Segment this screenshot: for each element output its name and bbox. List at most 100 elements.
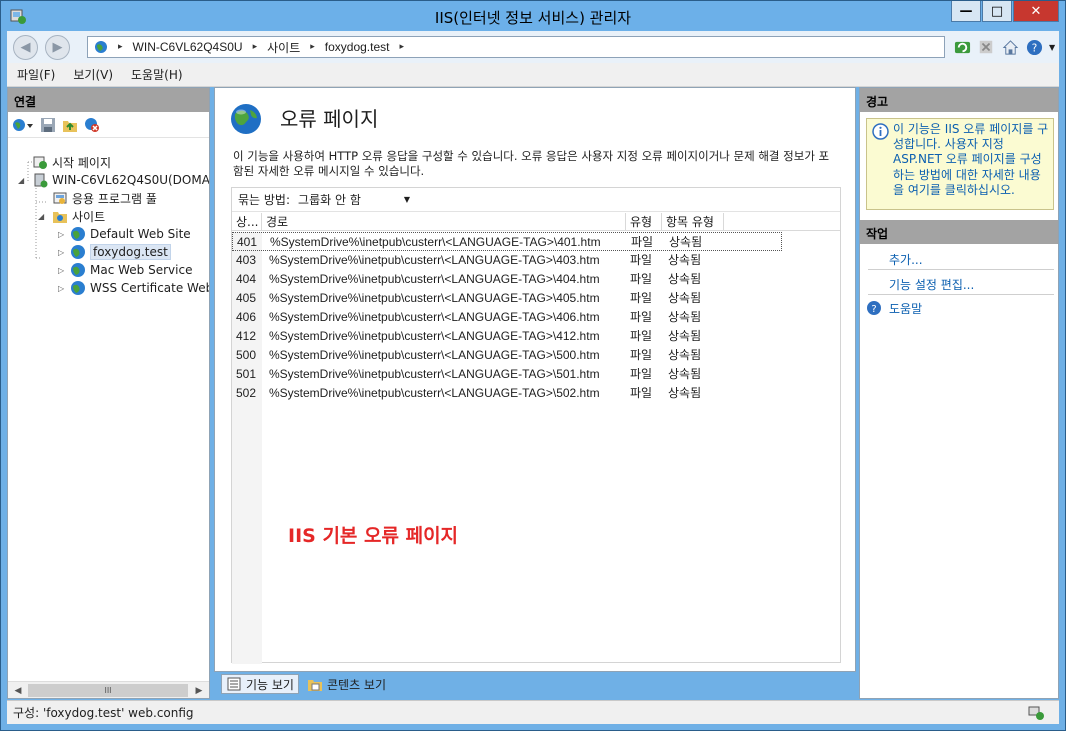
tree-item-label: 사이트	[72, 209, 106, 224]
scroll-thumb[interactable]: III	[28, 684, 188, 697]
svg-text:?: ?	[871, 304, 876, 315]
info-icon	[872, 123, 889, 140]
cell-entry-type: 상속됨	[668, 272, 702, 286]
column-header-status[interactable]: 상...	[232, 213, 262, 231]
maximize-button[interactable]: □	[982, 1, 1012, 22]
cell-status: 404	[236, 272, 257, 286]
tree-item-sites[interactable]: 사이트	[52, 207, 105, 225]
tab-features-view[interactable]: 기능 보기	[221, 674, 299, 694]
refresh-icon[interactable]	[953, 38, 971, 56]
actions-panel: 경고 이 기능은 IIS 오류 페이지를 구성합니다. 사용자 지정 ASP.N…	[859, 87, 1059, 699]
arrow-left-icon: ◀	[20, 40, 31, 55]
feature-panel: 오류 페이지 이 기능을 사용하여 HTTP 오류 응답을 구성할 수 있습니다…	[214, 87, 856, 672]
cell-entry-type: 상속됨	[668, 253, 702, 267]
connections-header: 연결	[8, 88, 209, 112]
column-header-entry-type[interactable]: 항목 유형	[662, 213, 724, 231]
column-header-path[interactable]: 경로	[262, 213, 626, 231]
cell-status: 500	[236, 348, 257, 362]
collapse-arrow-icon[interactable]: ◢	[38, 212, 44, 221]
collapse-arrow-icon[interactable]: ◢	[18, 176, 24, 185]
table-row[interactable]: 404 %SystemDrive%\inetpub\custerr\<LANGUA…	[232, 270, 840, 289]
page-description: 이 기능을 사용하여 HTTP 오류 응답을 구성할 수 있습니다. 오류 응답…	[233, 149, 830, 178]
address-toolbar: ◀ ▶ ▸ WIN-C6VL62Q4S0U ▸ 사이트 ▸ foxydog.te…	[7, 31, 1059, 63]
alert-box[interactable]: 이 기능은 IIS 오류 페이지를 구성합니다. 사용자 지정 ASP.NET …	[866, 118, 1054, 210]
address-breadcrumb[interactable]: ▸ WIN-C6VL62Q4S0U ▸ 사이트 ▸ foxydog.test ▸	[87, 36, 945, 58]
close-button[interactable]: ✕	[1013, 1, 1059, 22]
action-add[interactable]: 추가...	[889, 251, 923, 268]
menu-help[interactable]: 도움말(H)	[131, 66, 183, 83]
table-row[interactable]: 501 %SystemDrive%\inetpub\custerr\<LANGUA…	[232, 365, 840, 384]
home-icon[interactable]	[1001, 38, 1019, 56]
window-title: IIS(인터넷 정보 서비스) 관리자	[434, 9, 632, 27]
breadcrumb-server[interactable]: WIN-C6VL62Q4S0U	[133, 40, 243, 54]
action-divider	[868, 294, 1054, 295]
table-row[interactable]: 406 %SystemDrive%\inetpub\custerr\<LANGUA…	[232, 308, 840, 327]
tree-item-foxydog[interactable]: foxydog.test	[70, 243, 171, 261]
cell-path: %SystemDrive%\inetpub\custerr\<LANGUAGE-…	[269, 386, 600, 400]
breadcrumb-site[interactable]: foxydog.test	[325, 40, 390, 54]
forward-button[interactable]: ▶	[45, 35, 70, 60]
up-folder-icon[interactable]	[62, 117, 78, 133]
cell-type: 파일	[630, 367, 653, 381]
table-row[interactable]: 403 %SystemDrive%\inetpub\custerr\<LANGUA…	[232, 251, 840, 270]
action-divider	[868, 269, 1054, 270]
expand-arrow-icon[interactable]: ▷	[58, 284, 64, 293]
menu-file[interactable]: 파일(F)	[17, 66, 55, 83]
expand-arrow-icon[interactable]: ▷	[58, 230, 64, 239]
table-row[interactable]: 502 %SystemDrive%\inetpub\custerr\<LANGUA…	[232, 384, 840, 403]
menu-view[interactable]: 보기(V)	[73, 66, 113, 83]
connect-globe-icon[interactable]	[12, 117, 34, 133]
app-pool-icon	[53, 192, 67, 204]
expand-arrow-icon[interactable]: ▷	[58, 248, 64, 257]
tree-item-start-page[interactable]: 시작 페이지	[32, 153, 111, 171]
connections-toolbar	[8, 112, 209, 138]
alerts-header: 경고	[860, 88, 1058, 112]
breadcrumb-sites[interactable]: 사이트	[267, 39, 300, 56]
cell-status: 412	[236, 329, 257, 343]
table-row[interactable]: 412 %SystemDrive%\inetpub\custerr\<LANGUA…	[232, 327, 840, 346]
cell-type: 파일	[630, 310, 653, 324]
tree-item-label: WIN-C6VL62Q4S0U(DOMAIN	[52, 173, 209, 187]
column-header-type[interactable]: 유형	[626, 213, 662, 231]
cell-entry-type: 상속됨	[668, 291, 702, 305]
globe-icon	[71, 281, 85, 295]
sites-folder-icon	[53, 212, 67, 223]
tree-item-default-web-site[interactable]: Default Web Site	[70, 225, 191, 243]
disconnect-icon[interactable]	[84, 117, 100, 133]
cell-entry-type: 상속됨	[668, 329, 702, 343]
table-row[interactable]: 401 %SystemDrive%\inetpub\custerr\<LANGUA…	[232, 232, 782, 251]
stop-icon[interactable]	[977, 38, 995, 56]
tree-item-mac-web-service[interactable]: Mac Web Service	[70, 261, 192, 279]
tab-content-view[interactable]: 콘텐츠 보기	[303, 674, 390, 694]
table-row[interactable]: 500 %SystemDrive%\inetpub\custerr\<LANGUA…	[232, 346, 840, 365]
tree-item-app-pools[interactable]: 응용 프로그램 풀	[52, 189, 157, 207]
cell-entry-type: 상속됨	[668, 367, 702, 381]
group-by-select[interactable]: 그룹화 안 함 ▼	[298, 191, 410, 208]
minimize-button[interactable]: —	[951, 1, 981, 22]
back-button[interactable]: ◀	[13, 35, 38, 60]
status-bar: 구성: 'foxydog.test' web.config	[7, 700, 1059, 724]
connections-tree: 시작 페이지 ◢ WIN-C6VL62Q4S0U(DOMAIN 응용 프로그램 …	[8, 138, 209, 668]
tree-item-label: 응용 프로그램 풀	[72, 191, 157, 206]
action-help[interactable]: 도움말	[889, 300, 922, 317]
chevron-down-icon[interactable]: ▼	[1049, 43, 1055, 52]
save-icon[interactable]	[40, 117, 56, 133]
horizontal-scrollbar[interactable]: ◀ III ▶	[8, 681, 209, 698]
cell-type: 파일	[630, 348, 653, 362]
tree-item-wss-certificate[interactable]: WSS Certificate Web S	[70, 279, 209, 297]
svg-text:?: ?	[1031, 42, 1037, 54]
cell-path: %SystemDrive%\inetpub\custerr\<LANGUAGE-…	[269, 253, 600, 267]
cell-entry-type: 상속됨	[668, 310, 702, 324]
grid-body: 401 %SystemDrive%\inetpub\custerr\<LANGUA…	[232, 232, 840, 403]
page-title: 오류 페이지	[280, 107, 379, 131]
tree-item-server[interactable]: WIN-C6VL62Q4S0U(DOMAIN	[32, 171, 209, 189]
help-icon[interactable]: ?	[1025, 38, 1043, 56]
cell-status: 502	[236, 386, 257, 400]
expand-arrow-icon[interactable]: ▷	[58, 266, 64, 275]
scroll-left-icon[interactable]: ◀	[10, 683, 26, 698]
group-by-label: 묶는 방법:	[238, 193, 291, 207]
action-edit-feature-settings[interactable]: 기능 설정 편집...	[889, 276, 974, 293]
scroll-right-icon[interactable]: ▶	[191, 683, 207, 698]
table-row[interactable]: 405 %SystemDrive%\inetpub\custerr\<LANGUA…	[232, 289, 840, 308]
cell-type: 파일	[630, 291, 653, 305]
